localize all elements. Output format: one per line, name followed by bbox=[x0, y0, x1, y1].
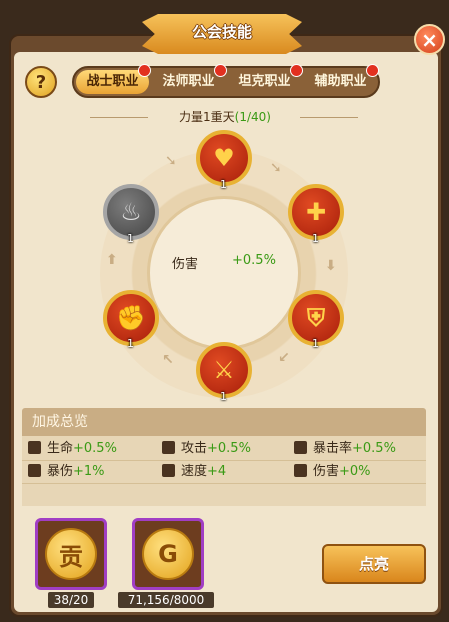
shield-icon: ⛨ bbox=[307, 304, 325, 332]
stat-value: +4 bbox=[207, 464, 227, 479]
skill-level: 1 bbox=[312, 337, 319, 350]
crit-damage-icon bbox=[28, 464, 41, 477]
notification-dot bbox=[138, 64, 151, 77]
close-button[interactable]: × bbox=[414, 24, 445, 55]
skill-level: 1 bbox=[220, 178, 227, 191]
close-icon: × bbox=[421, 27, 438, 52]
contribution-slot[interactable]: 贡 bbox=[35, 518, 107, 590]
stats-title: 加成总览 bbox=[32, 414, 88, 430]
gold-coin-icon: G bbox=[142, 528, 194, 580]
contribution-count: 38/20 bbox=[48, 592, 94, 608]
notification-dot bbox=[214, 64, 227, 77]
skill-level: 1 bbox=[312, 232, 319, 245]
fist-icon: ✊ bbox=[116, 304, 146, 332]
tab-label: 辅助职业 bbox=[314, 74, 367, 89]
heart-plus-icon: ♥ bbox=[213, 144, 235, 172]
gold-count: 71,156/8000 bbox=[118, 592, 214, 608]
arrow-icon: ↙ bbox=[278, 350, 290, 366]
stat-value: +0.5% bbox=[352, 441, 396, 456]
stats-panel: 生命+0.5% 攻击+0.5% 暴击率+0.5% 暴伤+1% 速度+4 伤害+0… bbox=[22, 436, 426, 506]
arrow-icon: ↖ bbox=[162, 352, 174, 368]
stats-header: 加成总览 bbox=[22, 408, 426, 436]
level-progress: (1/40) bbox=[234, 110, 271, 124]
contribution-coin-icon: 贡 bbox=[45, 528, 97, 580]
skill-level: 1 bbox=[127, 232, 134, 245]
stats-row: 暴伤+1% 速度+4 伤害+0% bbox=[22, 461, 426, 484]
stats-row: 生命+0.5% 攻击+0.5% 暴击率+0.5% bbox=[22, 438, 426, 461]
attack-icon bbox=[162, 441, 175, 454]
stat-label: 伤害 bbox=[313, 464, 340, 479]
tab-support[interactable]: 辅助职业 bbox=[304, 64, 379, 94]
skill-level: 1 bbox=[220, 390, 227, 403]
level-title: 力量1重天(1/40) bbox=[100, 108, 350, 125]
light-up-button[interactable]: 点亮 bbox=[322, 544, 426, 584]
damage-icon bbox=[294, 464, 307, 477]
arrow-icon: ⬇ bbox=[325, 258, 337, 274]
help-button[interactable]: ? bbox=[25, 66, 57, 98]
stat-label: 速度 bbox=[181, 464, 208, 479]
stat-label: 暴伤 bbox=[47, 464, 74, 479]
flame-icon: ♨ bbox=[120, 198, 142, 226]
tab-label: 法师职业 bbox=[162, 74, 215, 89]
sword-icon: ⚔ bbox=[213, 356, 235, 384]
stat-value: +0.5% bbox=[207, 441, 251, 456]
stat-attack: 攻击+0.5% bbox=[162, 438, 251, 460]
arrow-icon: ➘ bbox=[165, 153, 177, 169]
stat-value: +0% bbox=[339, 464, 371, 479]
help-icon: ? bbox=[35, 71, 47, 93]
stat-damage: 伤害+0% bbox=[294, 461, 371, 483]
stat-value: +1% bbox=[73, 464, 105, 479]
stat-crit-damage: 暴伤+1% bbox=[28, 461, 105, 483]
title-banner: 公会技能 bbox=[142, 14, 302, 54]
tab-label: 战士职业 bbox=[86, 74, 139, 89]
crit-rate-icon bbox=[294, 441, 307, 454]
arrow-icon: ➘ bbox=[270, 160, 282, 176]
gold-slot[interactable]: G bbox=[132, 518, 204, 590]
stat-label: 暴击率 bbox=[313, 441, 353, 456]
tab-mage[interactable]: 法师职业 bbox=[152, 64, 227, 94]
tab-tank[interactable]: 坦克职业 bbox=[228, 64, 303, 94]
stat-label: 生命 bbox=[47, 441, 74, 456]
skill-level: 1 bbox=[127, 337, 134, 350]
tab-warrior[interactable]: 战士职业 bbox=[76, 64, 151, 94]
boot-plus-icon: ✚ bbox=[305, 198, 327, 226]
tab-label: 坦克职业 bbox=[238, 74, 291, 89]
notification-dot bbox=[366, 64, 379, 77]
class-tabs: 战士职业 法师职业 坦克职业 辅助职业 bbox=[72, 64, 380, 98]
level-name: 力量1重天 bbox=[179, 110, 235, 124]
stat-label: 攻击 bbox=[181, 441, 208, 456]
skill-center bbox=[147, 196, 301, 350]
stat-crit-rate: 暴击率+0.5% bbox=[294, 438, 396, 460]
arrow-icon: ⬆ bbox=[106, 252, 118, 268]
speed-icon bbox=[162, 464, 175, 477]
stat-speed: 速度+4 bbox=[162, 461, 226, 483]
stat-value: +0.5% bbox=[73, 441, 117, 456]
notification-dot bbox=[290, 64, 303, 77]
page-title: 公会技能 bbox=[191, 23, 252, 41]
center-stat-label: 伤害 bbox=[172, 257, 199, 272]
center-stat-value: +0.5% bbox=[232, 253, 276, 268]
life-icon bbox=[28, 441, 41, 454]
stat-life: 生命+0.5% bbox=[28, 438, 117, 460]
